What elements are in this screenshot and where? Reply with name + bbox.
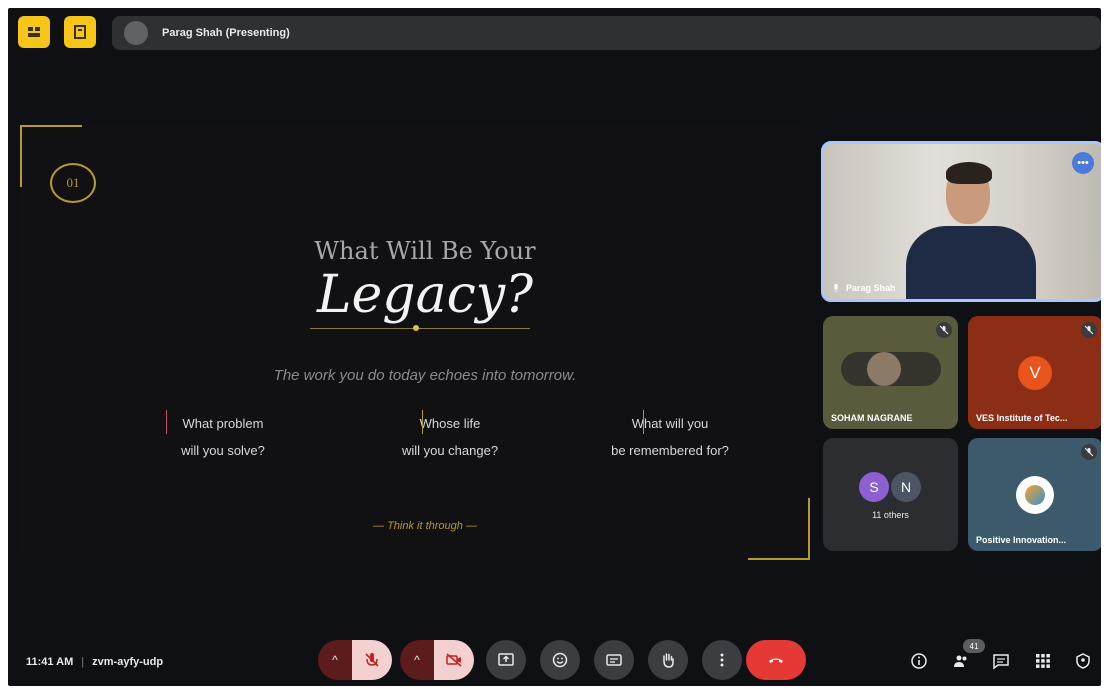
more-options-icon[interactable]: ••• [1072, 152, 1094, 174]
slide-corner-decoration [20, 125, 22, 187]
slide-question-column: What will you be remembered for? [580, 410, 760, 464]
chat-icon[interactable] [989, 649, 1013, 673]
current-time: 11:41 AM [26, 656, 74, 668]
slide-footer: — Think it through — [373, 520, 477, 532]
participant-avatar: V [1018, 356, 1052, 390]
mic-icon [834, 284, 838, 292]
mic-off-icon [365, 653, 379, 667]
participant-name-label: Parag Shah [832, 283, 896, 293]
participant-tile[interactable]: SOHAM NAGRANE [823, 316, 958, 429]
present-screen-icon [498, 653, 514, 666]
host-controls-icon[interactable] [1071, 649, 1095, 673]
others-count-label: 11 others [872, 510, 909, 520]
title-underline-dot [413, 325, 419, 331]
column-line2: be remembered for? [611, 443, 729, 458]
participant-tile[interactable]: Positive Innovation... [968, 438, 1101, 551]
emoji-reactions-button[interactable] [540, 640, 580, 680]
mic-toggle-button[interactable] [352, 640, 392, 680]
captions-icon[interactable] [64, 16, 96, 48]
people-icon[interactable] [949, 649, 973, 673]
participant-avatar: S [859, 472, 889, 502]
participant-avatar [867, 352, 901, 386]
participant-name-label: VES Institute of Tec... [976, 413, 1067, 423]
column-line1: Whose life [419, 416, 481, 431]
participant-name: VES Institute of Tec... [976, 413, 1068, 423]
participant-video [906, 226, 1036, 299]
captions-button[interactable] [594, 640, 634, 680]
slide-corner-decoration [748, 558, 810, 560]
participant-name: Positive Innovation... [976, 535, 1067, 545]
participant-name: Parag Shah [846, 283, 896, 293]
camera-toggle-button[interactable] [434, 640, 474, 680]
meeting-details-icon[interactable] [907, 649, 931, 673]
muted-mic-icon [1081, 444, 1097, 460]
title-underline [310, 328, 530, 329]
presenting-bar: Parag Shah (Presenting) [112, 16, 1101, 50]
participant-name-label: Positive Innovation... [976, 535, 1066, 545]
slide-corner-decoration [20, 125, 82, 127]
muted-mic-icon [1081, 322, 1097, 338]
end-call-button[interactable] [746, 640, 806, 680]
video-options-button[interactable]: ^ [400, 640, 434, 680]
more-options-button[interactable] [702, 640, 742, 680]
others-tile[interactable]: S N 11 others [823, 438, 958, 551]
activities-grid-icon[interactable] [1031, 649, 1055, 673]
slide-number-badge: 01 [50, 163, 96, 203]
column-tick [643, 410, 644, 434]
slide-question-column: What problem will you solve? [133, 410, 313, 464]
slide-heading: What Will Be Your [314, 237, 536, 265]
end-call-icon [769, 658, 783, 663]
meeting-code[interactable]: zvm-ayfy-udp [92, 656, 163, 668]
column-line1: What will you [631, 416, 709, 431]
pin-grid-icon[interactable] [18, 16, 50, 48]
audio-options-button[interactable]: ^ [318, 640, 352, 680]
participant-name-label: SOHAM NAGRANE [831, 413, 913, 423]
shared-screen-slide: 01 What Will Be Your Legacy? The work yo… [20, 125, 810, 560]
column-tick [166, 410, 167, 434]
separator: | [81, 656, 85, 668]
participant-name: SOHAM NAGRANE [831, 413, 913, 423]
camera-off-icon [446, 653, 462, 667]
emoji-icon [552, 652, 568, 668]
presenting-title: Parag Shah (Presenting) [162, 27, 290, 39]
meet-window: Parag Shah (Presenting) 01 What Will Be … [8, 8, 1101, 686]
slide-subtitle: The work you do today echoes into tomorr… [273, 367, 577, 384]
participant-tile-main[interactable]: ••• Parag Shah [821, 141, 1101, 302]
participant-avatar: N [891, 472, 921, 502]
captions-icon [606, 654, 622, 666]
slide-title: Legacy? [317, 265, 533, 325]
present-screen-button[interactable] [486, 640, 526, 680]
raise-hand-icon [663, 653, 674, 668]
raise-hand-button[interactable] [648, 640, 688, 680]
participant-tile[interactable]: V VES Institute of Tec... [968, 316, 1101, 429]
meeting-info: 11:41 AM | zvm-ayfy-udp [26, 656, 163, 668]
muted-mic-icon [936, 322, 952, 338]
column-tick [422, 410, 423, 434]
participant-video [946, 162, 992, 184]
presenter-avatar [124, 21, 148, 45]
column-line2: will you solve? [181, 443, 265, 458]
column-line2: will you change? [401, 443, 499, 458]
column-line1: What problem [182, 416, 264, 431]
participant-avatar [1016, 476, 1054, 514]
more-vert-icon [720, 653, 724, 667]
slide-question-column: Whose life will you change? [360, 410, 540, 464]
